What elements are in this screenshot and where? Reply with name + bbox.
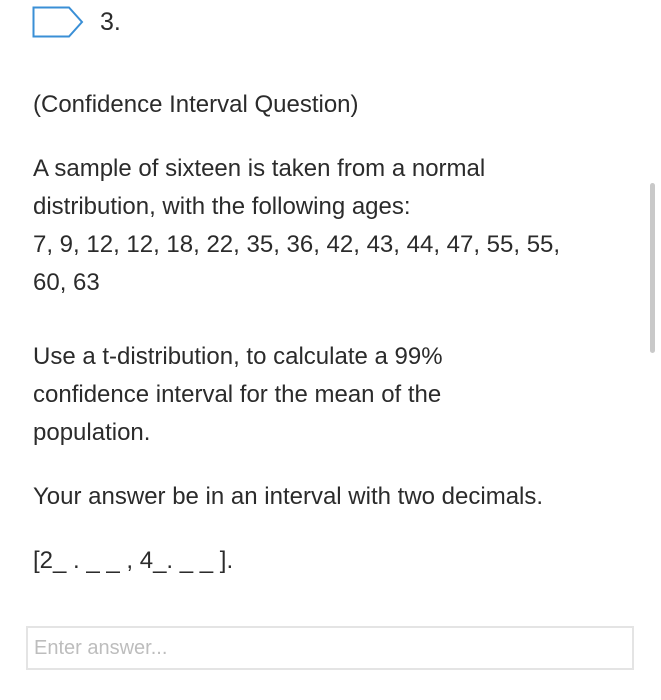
question-type-label: (Confidence Interval Question)	[33, 91, 359, 118]
question-header: 3.	[32, 6, 121, 38]
scrollbar-thumb[interactable]	[650, 183, 655, 353]
task-line: population.	[33, 419, 151, 446]
bookmark-flag-icon[interactable]	[32, 6, 84, 38]
answer-input[interactable]	[26, 626, 634, 670]
sample-intro-line: distribution, with the following ages:	[33, 193, 411, 220]
answer-instruction: Your answer be in an interval with two d…	[33, 483, 544, 510]
question-number: 3.	[100, 7, 121, 36]
task-description: Use a t-distribution, to calculate a 99%…	[33, 338, 633, 452]
question-body: (Confidence Interval Question) A sample …	[33, 86, 633, 580]
sample-description: A sample of sixteen is taken from a norm…	[33, 150, 633, 302]
task-line: Use a t-distribution, to calculate a 99%	[33, 343, 443, 370]
ages-list-line: 60, 63	[33, 269, 100, 296]
ages-list-line: 7, 9, 12, 12, 18, 22, 35, 36, 42, 43, 44…	[33, 231, 561, 258]
task-line: confidence interval for the mean of the	[33, 381, 442, 408]
answer-format-hint: [2_ . _ _ , 4_. _ _ ].	[33, 547, 234, 574]
sample-intro-line: A sample of sixteen is taken from a norm…	[33, 155, 486, 182]
